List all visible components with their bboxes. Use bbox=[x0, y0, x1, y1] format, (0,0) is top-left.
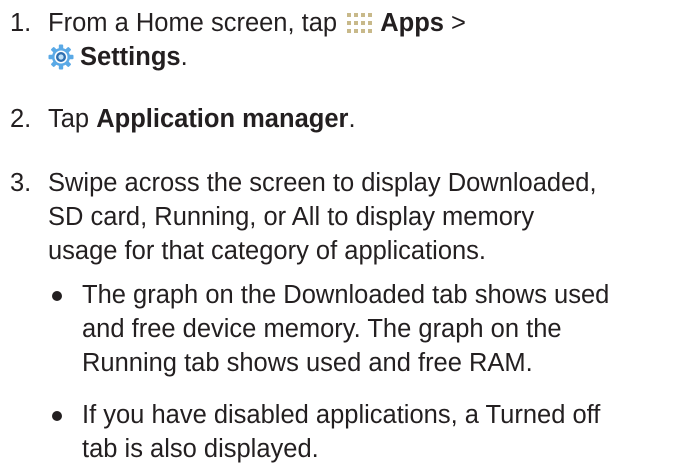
step-number: 1. bbox=[10, 9, 32, 37]
bullet-line: Running tab shows used and free RAM. bbox=[82, 349, 533, 377]
step-text-prefix: Tap bbox=[48, 105, 90, 133]
step-line: Swipe across the screen to display Downl… bbox=[48, 169, 597, 197]
step-text-prefix: From a Home screen, tap bbox=[48, 9, 338, 37]
step-text: From a Home screen, tap Apps > Settings. bbox=[48, 6, 676, 74]
apps-grid-icon bbox=[347, 13, 373, 33]
bullet-text: The graph on the Downloaded tab shows us… bbox=[82, 278, 678, 380]
bullet-text: If you have disabled applications, a Tur… bbox=[82, 398, 678, 466]
bullet-dot bbox=[52, 291, 62, 301]
settings-label: Settings bbox=[80, 43, 181, 71]
bullet-line: tab is also displayed. bbox=[82, 435, 319, 463]
step-line: usage for that category of applications. bbox=[48, 237, 487, 265]
step-text: Swipe across the screen to display Downl… bbox=[48, 166, 676, 268]
step-line: Settings. bbox=[48, 40, 676, 74]
step-line: SD card, Running, or All to display memo… bbox=[48, 203, 535, 231]
step-text: Tap Application manager. bbox=[48, 102, 676, 136]
step-line: From a Home screen, tap Apps > bbox=[48, 6, 676, 40]
step-number: 2. bbox=[10, 105, 32, 133]
step-text-separator: > bbox=[451, 9, 466, 37]
step-text-suffix: . bbox=[348, 105, 356, 133]
bullet-line: and free device memory. The graph on the bbox=[82, 315, 562, 343]
bullet-dot bbox=[52, 411, 62, 421]
bullet-line: If you have disabled applications, a Tur… bbox=[82, 401, 601, 429]
bullet-line: The graph on the Downloaded tab shows us… bbox=[82, 281, 610, 309]
gear-icon bbox=[48, 44, 74, 70]
step-line: Tap Application manager. bbox=[48, 102, 676, 136]
apps-label: Apps bbox=[380, 9, 444, 37]
step-number: 3. bbox=[10, 169, 32, 197]
application-manager-label: Application manager bbox=[96, 105, 349, 133]
step-text-suffix: . bbox=[180, 43, 188, 71]
